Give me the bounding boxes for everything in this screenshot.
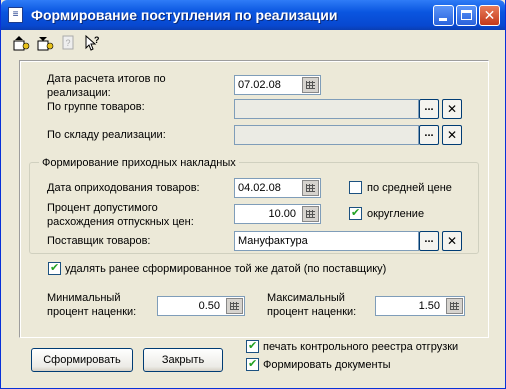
maximize-button[interactable] <box>456 5 477 26</box>
warehouse-select-button[interactable]: ... <box>419 125 439 145</box>
load-icon[interactable] <box>35 34 55 52</box>
product-group-clear-button[interactable]: ✕ <box>442 99 462 119</box>
calc-date-value: 07.02.08 <box>238 79 281 91</box>
supplier-select-button[interactable]: ... <box>419 231 439 251</box>
title-bar[interactable]: ≡ Формирование поступления по реализации… <box>1 0 505 30</box>
tolerance-field[interactable]: 10.00 <box>234 204 321 224</box>
warehouse-label: По складу реализации: <box>47 129 166 141</box>
tolerance-value: 10.00 <box>268 208 296 220</box>
min-markup-field[interactable]: 0.50 <box>157 296 245 316</box>
maximize-icon <box>461 10 472 20</box>
posting-date-value: 04.02.08 <box>238 182 281 194</box>
calc-date-field[interactable]: 07.02.08 <box>234 75 321 95</box>
supplier-clear-button[interactable]: ✕ <box>442 231 462 251</box>
rounding-checkbox[interactable] <box>349 206 362 220</box>
context-help-icon[interactable]: ? <box>83 34 103 52</box>
calendar-button[interactable] <box>302 180 319 196</box>
document-icon: ≡ <box>8 7 23 23</box>
max-markup-value: 1.50 <box>418 300 440 312</box>
max-markup-field[interactable]: 1.50 <box>375 296 465 316</box>
svg-text:?: ? <box>94 35 100 45</box>
help-icon[interactable]: ? <box>59 34 79 52</box>
minimize-icon <box>439 18 447 21</box>
svg-text:?: ? <box>66 38 71 48</box>
delete-prev-label: удалять ранее сформированное той же дато… <box>65 263 387 275</box>
group-title: Формирование приходных накладных <box>39 156 239 170</box>
posting-date-label: Дата оприходования товаров: <box>47 182 200 194</box>
supplier-field[interactable]: Мануфактура <box>234 231 419 251</box>
generate-button[interactable]: Сформировать <box>31 348 133 372</box>
generate-docs-label: Формировать документы <box>263 359 391 371</box>
min-markup-value: 0.50 <box>198 300 220 312</box>
calculator-button[interactable] <box>302 206 319 222</box>
rounding-label: округление <box>367 208 425 220</box>
tolerance-label: Процент допустимого расхождения отпускны… <box>47 202 194 228</box>
close-button[interactable]: Закрыть <box>143 348 223 372</box>
supplier-label: Поставщик товаров: <box>47 235 151 247</box>
calculator-button[interactable] <box>446 298 463 314</box>
minimize-button[interactable] <box>433 5 454 26</box>
avg-price-label: по средней цене <box>367 182 452 194</box>
product-group-label: По группе товаров: <box>47 101 145 113</box>
print-registry-checkbox[interactable] <box>246 339 259 353</box>
product-group-field[interactable] <box>234 99 419 119</box>
max-markup-label: Максимальный процент наценки: <box>267 292 357 318</box>
supplier-value: Мануфактура <box>238 235 308 247</box>
print-registry-label: печать контрольного реестра отгрузки <box>263 341 459 353</box>
avg-price-checkbox[interactable] <box>349 181 362 194</box>
warehouse-clear-button[interactable]: ✕ <box>442 125 462 145</box>
min-markup-label: Минимальный процент наценки: <box>47 292 137 318</box>
clear-icon: ✕ <box>446 128 458 142</box>
close-icon: ✕ <box>483 7 496 23</box>
delete-prev-checkbox[interactable] <box>48 261 61 275</box>
close-window-button[interactable]: ✕ <box>479 5 500 26</box>
warehouse-field[interactable] <box>234 125 419 145</box>
clear-icon: ✕ <box>446 102 458 116</box>
product-group-select-button[interactable]: ... <box>419 99 439 119</box>
calc-date-label: Дата расчета итогов по реализации: <box>47 73 166 99</box>
calendar-button[interactable] <box>302 77 319 93</box>
generate-docs-checkbox[interactable] <box>246 357 259 371</box>
window-title: Формирование поступления по реализации <box>31 7 338 23</box>
posting-date-field[interactable]: 04.02.08 <box>234 178 321 198</box>
dialog-window: ≡ Формирование поступления по реализации… <box>0 0 506 389</box>
clear-icon: ✕ <box>446 234 458 248</box>
save-icon[interactable] <box>11 34 31 52</box>
calculator-button[interactable] <box>226 298 243 314</box>
